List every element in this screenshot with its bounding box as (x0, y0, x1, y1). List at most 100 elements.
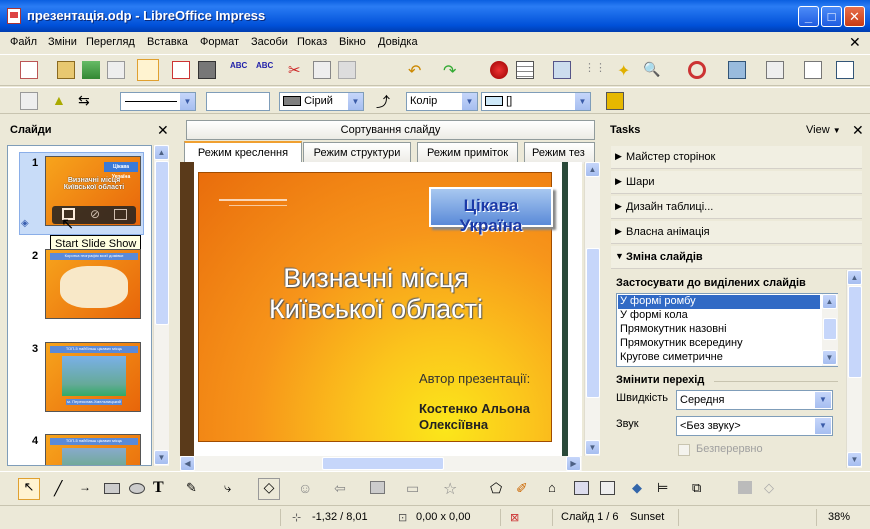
slide-thumbnail-4[interactable]: ТОП-5 найбільш цікавих місць (45, 434, 141, 465)
scroll-up-button[interactable]: ▲ (154, 145, 169, 160)
arrow-line-icon[interactable]: → (79, 480, 97, 498)
new-slide-icon[interactable] (804, 61, 822, 79)
area-fill-select[interactable]: [] ▼ (481, 92, 591, 111)
star-effects-icon[interactable]: ✦ (617, 61, 635, 80)
slide-design-icon[interactable] (766, 61, 784, 79)
from-file-icon[interactable] (574, 481, 589, 495)
shadow-icon[interactable] (606, 92, 624, 110)
table-icon[interactable] (516, 61, 534, 79)
scroll-up-button[interactable]: ▲ (847, 270, 862, 285)
rotate-icon[interactable]: ◆ (632, 480, 650, 498)
maximize-button[interactable]: □ (821, 6, 842, 27)
fontwork-icon[interactable]: ⌂ (548, 480, 566, 498)
help-icon[interactable] (688, 61, 706, 79)
scroll-thumb[interactable] (322, 457, 444, 470)
transitions-listbox[interactable]: У формі ромбу У формі кола Прямокутник н… (616, 293, 838, 367)
close-window-button[interactable]: ✕ (844, 6, 865, 27)
slide-thumbnail-3[interactable]: ТОП-5 найбільш цікавих місць м. Переясла… (45, 342, 141, 412)
section-master-pages[interactable]: ▶ Майстер сторінок (611, 146, 862, 169)
chart-icon[interactable] (490, 61, 508, 79)
arrow-style-icon[interactable]: ⇆ (78, 92, 96, 110)
tasks-scrollbar[interactable]: ▲ ▼ (846, 270, 862, 468)
open-folder-icon[interactable] (57, 61, 75, 79)
scroll-down-button[interactable]: ▼ (822, 350, 837, 365)
area-style-select[interactable]: Колір ▼ (406, 92, 478, 111)
tasks-view-menu[interactable]: View ▼ (806, 124, 841, 136)
transition-item[interactable]: Прямокутник назовні (620, 323, 727, 335)
spellcheck-icon[interactable]: ABC (230, 61, 248, 79)
line-width-spinner[interactable] (206, 92, 270, 111)
menu-view[interactable]: Перегляд (86, 36, 135, 48)
basic-shapes-icon[interactable]: ◇ (258, 478, 280, 500)
stars-icon[interactable]: ☆ (443, 479, 461, 498)
line-icon[interactable]: ▲ (52, 92, 70, 110)
grid-icon[interactable]: ⋮⋮ (584, 61, 606, 79)
line-tool-icon[interactable]: ╱ (54, 480, 72, 498)
new-document-icon[interactable] (20, 61, 38, 79)
start-slideshow-icon[interactable] (836, 61, 854, 79)
callouts-icon[interactable]: ▭ (406, 480, 424, 498)
extrusion-icon[interactable] (738, 481, 752, 494)
connector-icon[interactable]: ⤷ (224, 480, 242, 498)
select-arrow-icon[interactable]: ↖ (18, 478, 40, 500)
image-icon[interactable] (553, 61, 571, 79)
arrange-icon[interactable]: ⧉ (692, 480, 710, 498)
tab-normal[interactable]: Режим креслення (184, 141, 302, 163)
line-style-select[interactable]: ▼ (120, 92, 196, 111)
scroll-thumb[interactable] (848, 286, 862, 378)
speed-select[interactable]: Середня ▼ (676, 390, 833, 410)
toggle-extrusion-icon[interactable]: ◇ (764, 480, 782, 498)
block-arrows-icon[interactable]: ⇦ (334, 480, 352, 498)
scroll-right-button[interactable]: ▶ (566, 456, 581, 471)
menu-format[interactable]: Формат (200, 36, 239, 48)
tab-slide-sorter[interactable]: Сортування слайду (186, 120, 595, 140)
paste-icon[interactable] (338, 61, 356, 79)
duplicate-slide-icon[interactable] (114, 209, 127, 220)
sound-select[interactable]: <Без звуку> ▼ (676, 416, 833, 436)
zoom-icon[interactable]: 🔍 (643, 61, 661, 79)
styles-icon[interactable] (20, 92, 38, 110)
print-icon[interactable] (198, 61, 216, 79)
transition-item[interactable]: У формі кола (620, 309, 688, 321)
scroll-thumb[interactable] (586, 248, 600, 398)
close-tasks-panel-button[interactable]: ✕ (852, 122, 864, 139)
copy-icon[interactable] (313, 61, 331, 79)
redo-icon[interactable]: ↷ (443, 61, 461, 80)
scroll-down-button[interactable]: ▼ (847, 452, 862, 467)
close-slides-panel-button[interactable]: ✕ (157, 122, 169, 139)
listbox-scrollbar[interactable]: ▲ ▼ (822, 294, 838, 366)
slide-thumbnail-1[interactable]: Цікава Україна Визначні місця Київської … (45, 156, 141, 226)
points-icon[interactable]: ⬠ (490, 480, 508, 498)
tab-handout[interactable]: Режим тез (524, 142, 595, 164)
menu-file[interactable]: Файл (10, 36, 37, 48)
scroll-left-button[interactable]: ◀ (180, 456, 195, 471)
flowchart-icon[interactable] (370, 481, 385, 494)
text-tool-icon[interactable]: T (153, 479, 171, 497)
loop-checkbox[interactable] (678, 444, 690, 456)
undo-icon[interactable]: ↶ (408, 61, 426, 80)
section-custom-animation[interactable]: ▶ Власна анімація (611, 221, 862, 244)
tab-notes[interactable]: Режим приміток (417, 142, 518, 164)
section-layers[interactable]: ▶ Шари (611, 171, 862, 194)
transition-item[interactable]: Кругове симетричне (620, 351, 723, 363)
symbol-shapes-icon[interactable]: ☺ (298, 480, 316, 498)
scroll-down-button[interactable]: ▼ (154, 450, 169, 465)
scroll-down-button[interactable]: ▼ (585, 440, 600, 455)
hide-slide-icon[interactable]: ⊘ (90, 207, 100, 221)
main-vscrollbar[interactable]: ▲ ▼ (584, 162, 600, 456)
scroll-thumb[interactable] (823, 318, 837, 340)
glue-points-icon[interactable]: ✐ (516, 480, 534, 498)
menu-help[interactable]: Довідка (378, 36, 418, 48)
tab-outline[interactable]: Режим структури (303, 142, 411, 164)
section-table-design[interactable]: ▶ Дизайн таблиці... (611, 196, 862, 219)
cut-icon[interactable]: ✂ (288, 61, 306, 79)
close-document-button[interactable]: ✕ (849, 34, 861, 51)
menu-edit[interactable]: Зміни (48, 36, 77, 48)
slide-1-content[interactable]: Цікава Україна Визначні місця Київської … (198, 172, 553, 442)
curve-icon[interactable]: ✎ (186, 480, 204, 498)
main-hscrollbar[interactable]: ◀ ▶ (180, 456, 582, 471)
transition-item[interactable]: Прямокутник всередину (620, 337, 743, 349)
slides-scrollbar[interactable]: ▲ ▼ (153, 145, 169, 466)
gallery-icon[interactable] (600, 481, 615, 495)
scroll-thumb[interactable] (155, 161, 169, 325)
